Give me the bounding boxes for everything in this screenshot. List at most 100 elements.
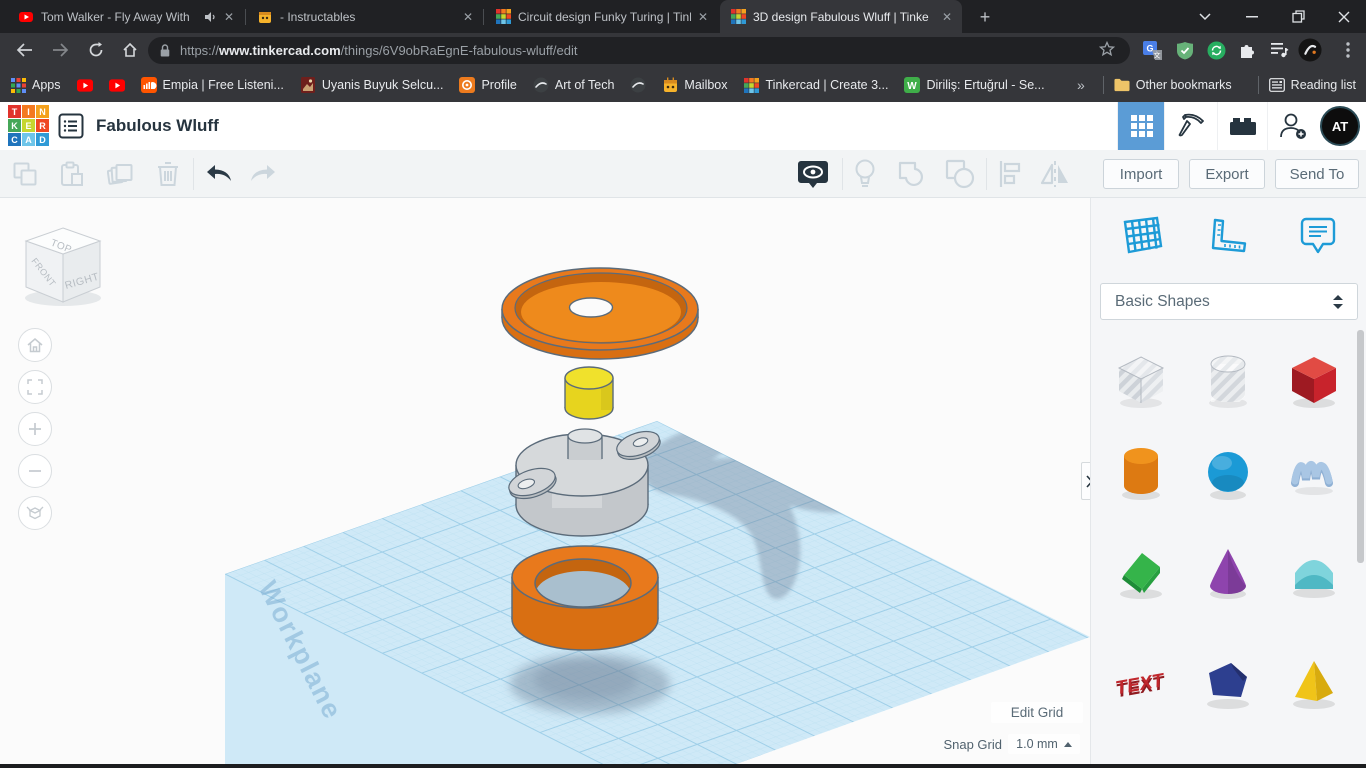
scene-canvas[interactable]: Workplane [0, 198, 1090, 768]
shape-tile-cone[interactable] [1197, 541, 1259, 603]
reading-list-button[interactable]: Reading list [1269, 77, 1356, 93]
bookmark-globe[interactable] [630, 77, 646, 93]
tab-close-icon[interactable]: ✕ [942, 10, 952, 24]
tab-close-icon[interactable]: ✕ [463, 10, 473, 24]
apps-grid-icon [10, 77, 26, 93]
dashboard-grid-button[interactable] [1117, 102, 1165, 150]
brick-button[interactable] [1217, 102, 1268, 150]
tab-close-icon[interactable]: ✕ [224, 10, 234, 24]
bookmark-tinkercad[interactable]: Tinkercad | Create 3... [744, 77, 889, 93]
adblock-shield-extension-icon[interactable] [1173, 38, 1197, 62]
align-button[interactable] [994, 158, 1026, 190]
ruler-tool-button[interactable] [1203, 212, 1253, 260]
tab-close-icon[interactable]: ✕ [698, 10, 708, 24]
shape-tile-cylinder[interactable] [1110, 441, 1172, 503]
shape-tile-pyramid[interactable] [1283, 651, 1345, 713]
gray-motor-shape[interactable] [505, 427, 663, 536]
import-button[interactable]: Import [1103, 159, 1179, 189]
perspective-toggle-button[interactable] [18, 496, 52, 530]
url-field[interactable]: https://www.tinkercad.com/things/6V9obRa… [148, 37, 1130, 64]
bookmark-empia[interactable]: Empia | Free Listeni... [141, 77, 284, 93]
browser-menu-icon[interactable] [1336, 38, 1360, 62]
shape-tile-round-roof[interactable] [1283, 541, 1345, 603]
fit-view-button[interactable] [18, 370, 52, 404]
zoom-out-button[interactable] [18, 454, 52, 488]
edit-grid-button[interactable]: Edit Grid [991, 702, 1083, 723]
shape-tile-text[interactable]: TEXTTEXT [1110, 651, 1172, 713]
home-view-button[interactable] [18, 328, 52, 362]
send-to-button[interactable]: Send To [1275, 159, 1359, 189]
yellow-cylinder-shape[interactable] [565, 367, 613, 419]
shape-tile-transparent-box[interactable] [1110, 349, 1172, 411]
shapes-panel: Basic Shapes [1090, 198, 1366, 768]
bookmark-profile[interactable]: Profile [459, 77, 516, 93]
playlist-extension-icon[interactable] [1268, 38, 1292, 62]
tab-audio-icon[interactable] [204, 11, 217, 23]
bookmark-star-icon[interactable] [1095, 37, 1119, 61]
shape-tile-transparent-cylinder[interactable] [1197, 349, 1259, 411]
tinkercad-logo[interactable]: T I N K E R C A D [8, 105, 49, 146]
extensions-puzzle-icon[interactable] [1235, 38, 1259, 62]
orange-disc-shape[interactable] [502, 268, 698, 359]
shape-category-select[interactable]: Basic Shapes [1100, 283, 1358, 320]
shape-category-label: Basic Shapes [1115, 293, 1210, 311]
copy-button[interactable] [9, 158, 41, 190]
home-icon[interactable] [116, 36, 144, 64]
profile-avatar-icon[interactable] [1298, 38, 1322, 62]
workplane-tool-button[interactable] [1116, 212, 1166, 260]
paste-button[interactable] [56, 158, 88, 190]
shape-tile-sphere[interactable] [1197, 441, 1259, 503]
hide-selected-button[interactable] [797, 158, 829, 190]
bookmark-uyanis[interactable]: Uyanis Buyuk Selcu... [300, 77, 444, 93]
translate-extension-icon[interactable]: G文 [1140, 38, 1164, 62]
design-title[interactable]: Fabulous Wluff [96, 116, 219, 136]
viewport-3d[interactable]: Workplane [0, 198, 1090, 768]
tab-circuit-design[interactable]: Circuit design Funky Turing | Tink ✕ [485, 0, 718, 33]
zoom-in-button[interactable] [18, 412, 52, 446]
bookmark-youtube-1[interactable] [77, 77, 93, 93]
restore-icon[interactable] [1276, 0, 1320, 33]
close-icon[interactable] [1322, 0, 1366, 33]
minimize-icon[interactable] [1230, 0, 1274, 33]
bookmark-apps[interactable]: Apps [10, 77, 61, 93]
redo-button[interactable] [247, 158, 279, 190]
bookmarks-overflow-chevron[interactable]: » [1077, 77, 1085, 93]
user-avatar[interactable]: AT [1320, 106, 1360, 146]
tab-3d-design-active[interactable]: 3D design Fabulous Wluff | Tinke ✕ [720, 0, 962, 33]
other-bookmarks-button[interactable]: Other bookmarks [1114, 77, 1232, 93]
duplicate-button[interactable] [104, 158, 136, 190]
new-tab-button[interactable]: + [972, 4, 998, 30]
panel-collapse-button[interactable] [1081, 462, 1090, 500]
bookmark-mailbox[interactable]: Mailbox [662, 77, 727, 93]
bookmark-art-of-tech[interactable]: Art of Tech [533, 77, 615, 93]
show-all-button[interactable] [849, 158, 881, 190]
design-menu-icon[interactable] [58, 113, 84, 139]
panel-scrollbar[interactable] [1357, 330, 1364, 563]
green-circle-extension-icon[interactable] [1204, 38, 1228, 62]
shape-tile-roof[interactable] [1110, 541, 1172, 603]
back-icon[interactable] [10, 36, 38, 64]
invite-people-button[interactable] [1267, 102, 1318, 150]
reload-icon[interactable] [82, 36, 110, 64]
ungroup-button[interactable] [944, 158, 976, 190]
export-button[interactable]: Export [1189, 159, 1265, 189]
bookmark-dirilis[interactable]: W Diriliş: Ertuğrul - Se... [904, 77, 1044, 93]
group-button[interactable] [896, 158, 928, 190]
shape-tile-scribble[interactable] [1283, 441, 1345, 503]
tab-search-icon[interactable] [1183, 0, 1227, 33]
delete-button[interactable] [152, 158, 184, 190]
notes-tool-button[interactable] [1293, 212, 1343, 260]
undo-button[interactable] [203, 158, 235, 190]
forward-icon[interactable] [46, 36, 74, 64]
tab-instructables[interactable]: - Instructables ✕ [247, 0, 483, 33]
view-cube[interactable]: TOP FRONT RIGHT [25, 228, 101, 306]
shape-tile-polygon[interactable] [1197, 651, 1259, 713]
orange-ring-shape[interactable] [512, 546, 658, 650]
mirror-button[interactable] [1039, 158, 1071, 190]
shape-tile-box[interactable] [1283, 349, 1345, 411]
bookmark-youtube-2[interactable] [109, 77, 125, 93]
minecraft-pickaxe-button[interactable] [1164, 102, 1218, 150]
snap-grid-select[interactable]: 1.0 mm [1008, 734, 1080, 754]
snap-grid-value: 1.0 mm [1016, 737, 1058, 751]
tab-youtube[interactable]: Tom Walker - Fly Away With ✕ [8, 0, 244, 33]
